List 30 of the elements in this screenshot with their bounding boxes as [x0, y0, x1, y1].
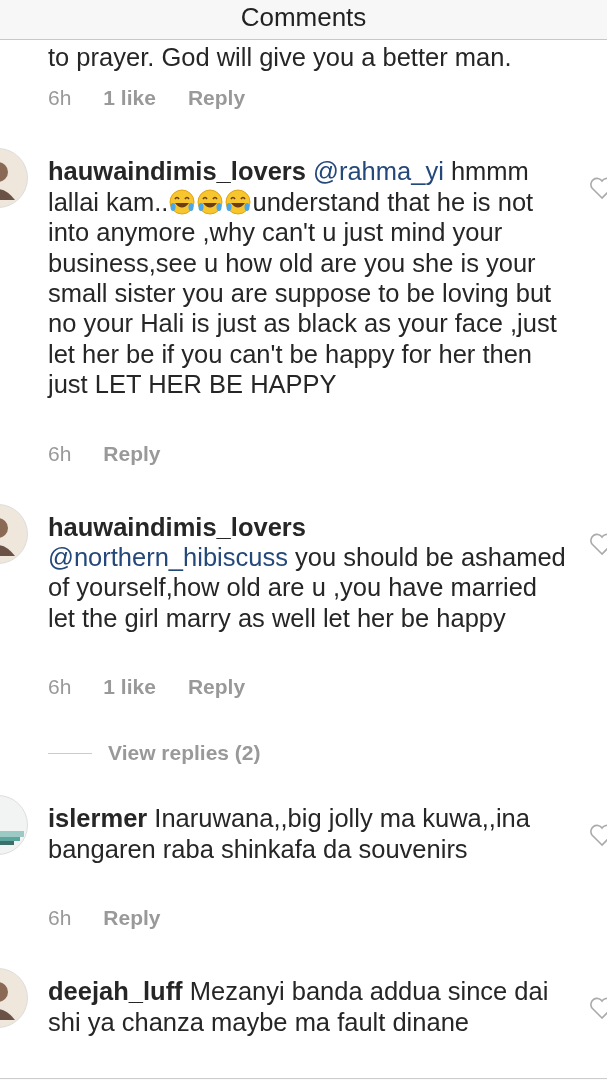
- likes-link[interactable]: 1 like: [103, 86, 156, 111]
- comment-text: islermer Inaruwana,,big jolly ma kuwa,,ina bangaren raba shinkafa da souvenirs: [48, 803, 531, 865]
- username-link[interactable]: hauwaindimis_lovers: [48, 511, 568, 543]
- view-replies-link[interactable]: View replies (2): [108, 741, 261, 766]
- reply-link[interactable]: Reply: [103, 441, 161, 466]
- comment-text: deejah_luff Mezanyi banda addua since dai shi ya chanza maybe ma fault dinane: [48, 976, 550, 1037]
- comment-time: 6h: [48, 86, 72, 111]
- reply-link[interactable]: Reply: [187, 675, 246, 700]
- username-link[interactable]: islermer: [48, 804, 148, 833]
- heart-icon[interactable]: [589, 176, 607, 201]
- header-title: Comments: [240, 2, 367, 32]
- laughing-emoji-icon: [224, 187, 253, 216]
- heart-icon[interactable]: [589, 531, 607, 556]
- heart-icon[interactable]: [589, 996, 607, 1021]
- comment-time: 6h: [48, 906, 72, 931]
- username-link[interactable]: hauwaindimis_lovers: [48, 157, 306, 186]
- likes-link[interactable]: 1 like: [103, 675, 156, 700]
- mention-link[interactable]: @rahma_yi: [313, 157, 444, 186]
- username-link[interactable]: deejah_luff: [48, 977, 183, 1006]
- comment-text: hauwaindimis_lovers @rahma_yi hmmm lallai kam.. understand that he is not into anymore ,why can't u just mind your business,see u how old are you she is your small sister you are suppose to be loving but no your Hali is just as black as your face ,just let her be if you can't be happy for her then just LET HER BE HAPPY: [48, 156, 558, 400]
- comment-text: to prayer. God will give you a better man.: [48, 42, 513, 73]
- laughing-emoji-icon: [196, 187, 225, 216]
- laughing-emoji-icon: [168, 187, 197, 216]
- comment-time: 6h: [48, 675, 72, 700]
- comment-text: hauwaindimis_lovers @northern_hibiscuss you should be ashamed of yourself,how old are u ,you have married let the girl marry as well let her be happy: [48, 511, 568, 634]
- mention-link[interactable]: @northern_hibiscuss: [48, 543, 288, 572]
- reply-link[interactable]: Reply: [187, 86, 246, 111]
- comment-time: 6h: [48, 441, 72, 466]
- reply-link[interactable]: Reply: [103, 906, 161, 931]
- heart-icon[interactable]: [589, 823, 607, 848]
